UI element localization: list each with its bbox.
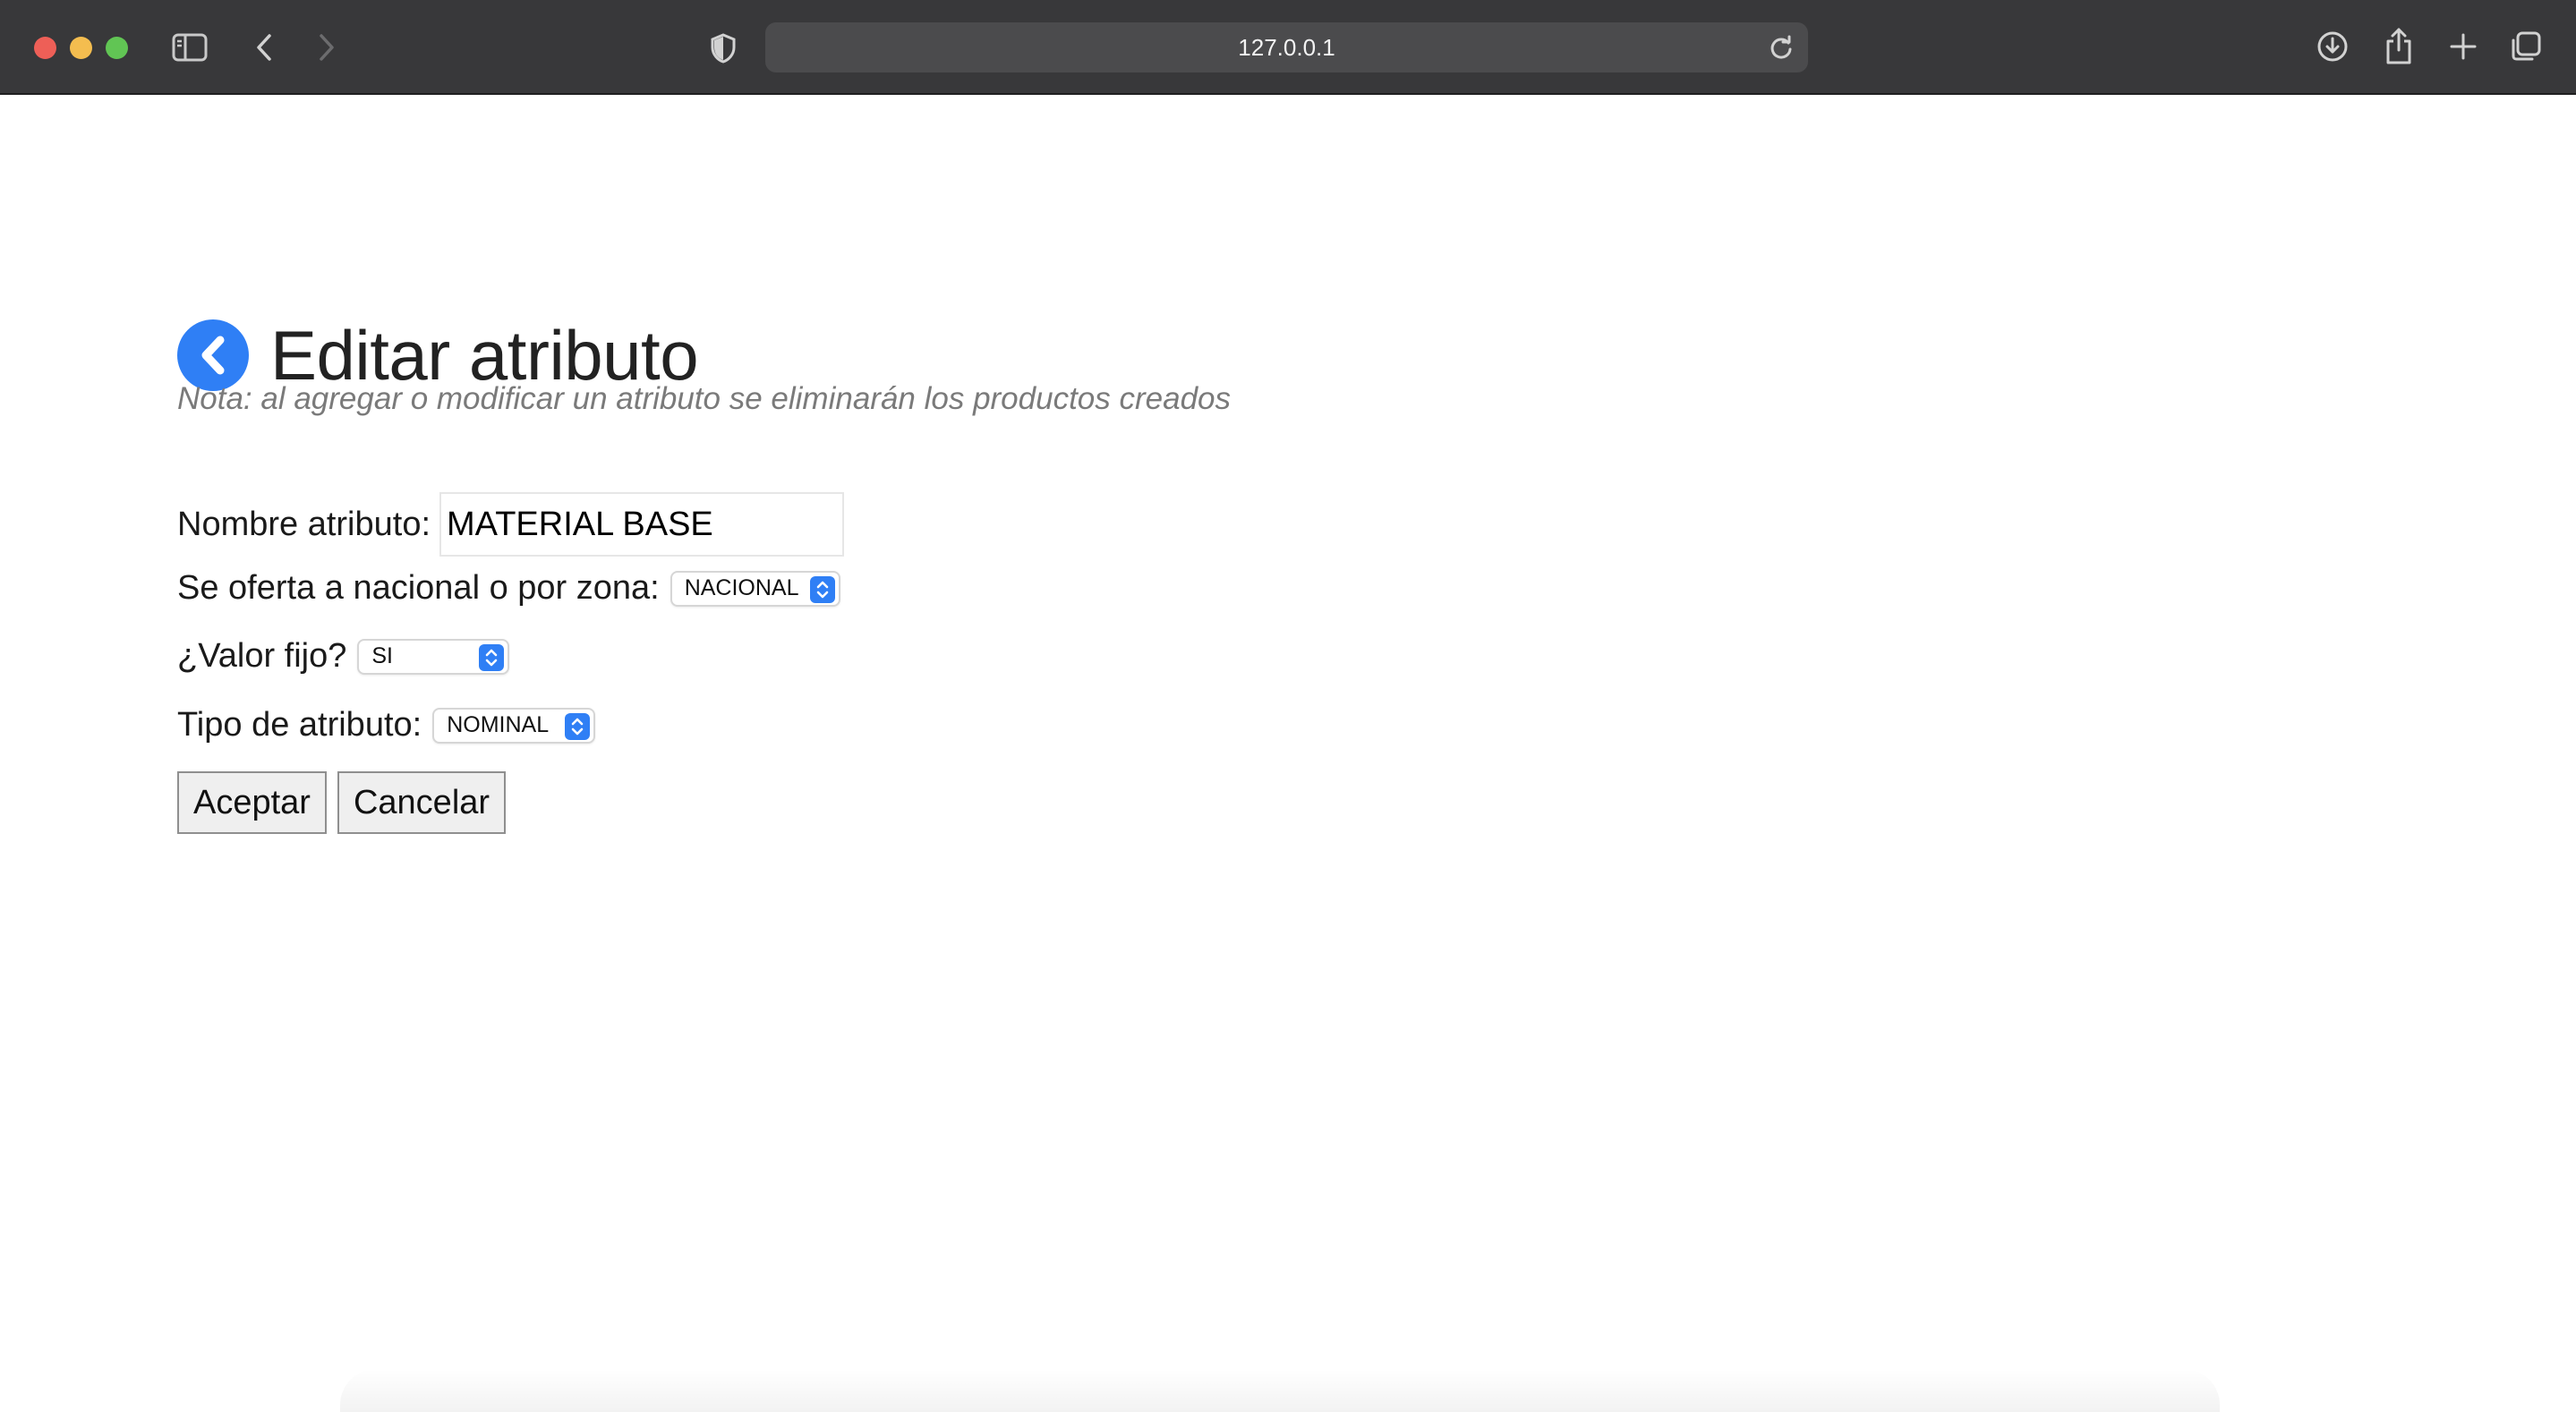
share-icon[interactable]: [2381, 25, 2417, 66]
tipo-selected-value: NOMINAL: [447, 712, 550, 737]
sidebar-icon[interactable]: [170, 30, 209, 64]
bottom-shadow: [340, 1369, 2220, 1412]
nombre-row: Nombre atributo:: [177, 492, 845, 557]
tipo-select[interactable]: NOMINAL: [432, 707, 596, 744]
accept-button[interactable]: Aceptar: [177, 771, 327, 834]
select-stepper-icon: [809, 575, 835, 603]
url-text: 127.0.0.1: [1238, 33, 1335, 61]
browser-toolbar: 127.0.0.1: [0, 0, 2576, 95]
nombre-label: Nombre atributo:: [177, 505, 431, 543]
oferta-selected-value: NACIONAL: [684, 575, 799, 600]
address-bar[interactable]: 127.0.0.1: [765, 22, 1808, 72]
oferta-select[interactable]: NACIONAL: [670, 570, 840, 607]
valor-fijo-row: ¿Valor fijo? SI: [177, 637, 510, 676]
select-stepper-icon: [479, 643, 505, 671]
oferta-row: Se oferta a nacional o por zona: NACIONA…: [177, 569, 840, 608]
page-title: Editar atributo: [270, 316, 699, 396]
valor-fijo-selected-value: SI: [371, 643, 393, 668]
oferta-label: Se oferta a nacional o por zona:: [177, 569, 660, 607]
valor-fijo-select[interactable]: SI: [357, 638, 510, 675]
valor-fijo-label: ¿Valor fijo?: [177, 637, 347, 675]
reload-icon[interactable]: [1767, 33, 1796, 62]
warning-note: Nota: al agregar o modificar un atributo…: [177, 381, 1232, 416]
tabs-overview-icon[interactable]: [2508, 29, 2544, 64]
chevron-right-icon[interactable]: [313, 30, 340, 64]
plus-icon[interactable]: [2445, 29, 2481, 64]
tipo-label: Tipo de atributo:: [177, 706, 422, 744]
nombre-input[interactable]: [439, 492, 845, 557]
cancel-button[interactable]: Cancelar: [337, 771, 507, 834]
minimize-window-button[interactable]: [70, 37, 92, 59]
zoom-window-button[interactable]: [106, 37, 128, 59]
form-actions: Aceptar Cancelar: [177, 771, 507, 834]
shield-icon[interactable]: [709, 32, 738, 64]
tipo-row: Tipo de atributo: NOMINAL: [177, 706, 596, 744]
download-icon[interactable]: [2315, 29, 2350, 64]
chevron-left-icon[interactable]: [251, 30, 277, 64]
close-window-button[interactable]: [34, 37, 56, 59]
select-stepper-icon: [565, 712, 591, 740]
